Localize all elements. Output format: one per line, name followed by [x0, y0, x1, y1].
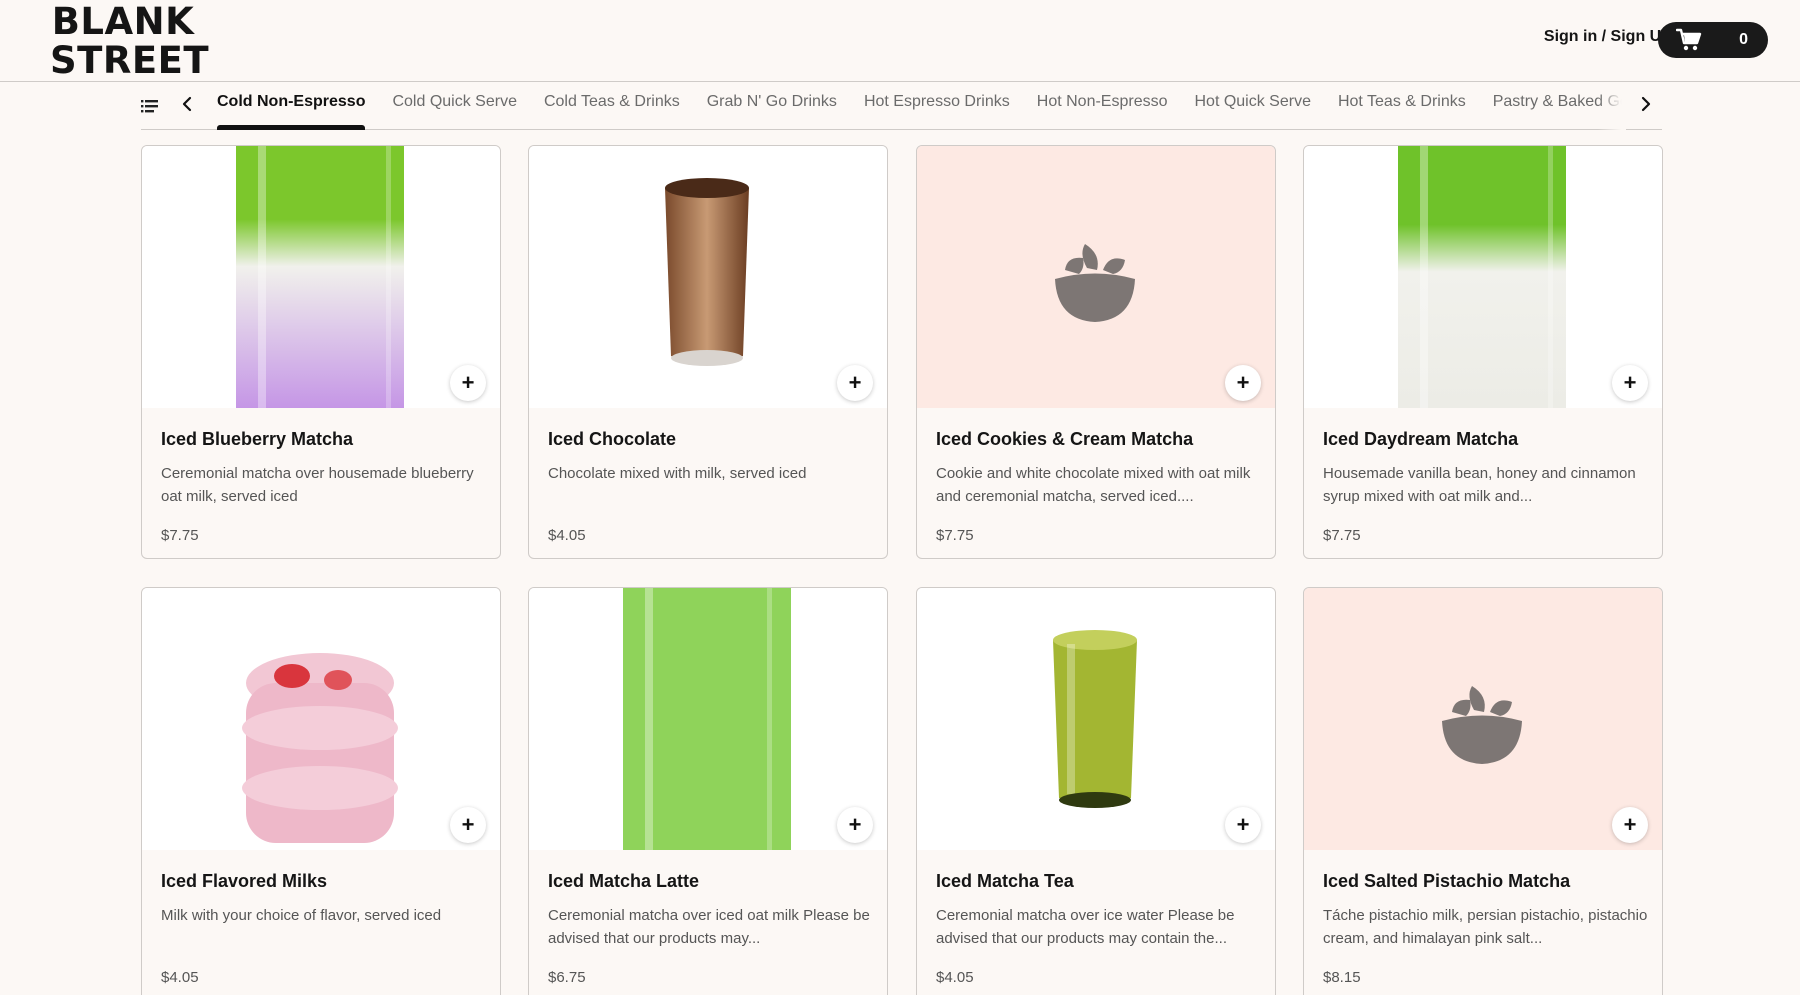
product-name: Iced Blueberry Matcha [161, 429, 354, 449]
product-card[interactable]: + Iced Daydream Matcha Housemade vanilla b… [1303, 145, 1663, 559]
tab-grab-n-go-drinks[interactable]: Grab N' Go Drinks [707, 82, 837, 130]
product-description: Ceremonial matcha over iced oat milk Ple… [548, 907, 870, 947]
plus-icon: + [848, 370, 862, 395]
product-price: $7.75 [936, 527, 974, 544]
product-description: Ceremonial matcha over housemade blueber… [161, 465, 474, 505]
list-icon[interactable] [141, 97, 159, 115]
add-to-cart-button[interactable]: + [1612, 807, 1648, 843]
plus-icon: + [461, 812, 475, 837]
product-card[interactable]: + Iced Matcha Tea Ceremonial matcha over i… [916, 587, 1276, 995]
cart-count: 0 [1739, 31, 1748, 48]
plus-icon: + [461, 370, 475, 395]
shopping-cart-icon [1676, 28, 1702, 51]
product-image [529, 146, 887, 408]
product-name: Iced Cookies & Cream Matcha [936, 429, 1194, 449]
brand-logo-line2: STREET [50, 39, 210, 82]
product-image [142, 146, 500, 408]
site-header: BLANK STREET Sign in / Sign Up 0 [0, 0, 1800, 82]
tab-hot-teas-drinks[interactable]: Hot Teas & Drinks [1338, 82, 1466, 130]
product-image [1304, 146, 1662, 408]
product-card[interactable]: + Iced Chocolate Chocolate mixed with milk… [528, 145, 888, 559]
product-name: Iced Matcha Tea [936, 871, 1074, 891]
plus-icon: + [1236, 370, 1250, 395]
plus-icon: + [1623, 370, 1637, 395]
product-image [917, 588, 1275, 850]
product-name: Iced Chocolate [548, 429, 677, 449]
product-description: Chocolate mixed with milk, served iced [548, 465, 807, 482]
chevron-right-icon[interactable] [1634, 93, 1656, 115]
plus-icon: + [1623, 812, 1637, 837]
product-image [529, 588, 887, 850]
plus-icon: + [1236, 812, 1250, 837]
add-to-cart-button[interactable]: + [837, 365, 873, 401]
brand-logo-line1: BLANK [51, 0, 195, 43]
product-name: Iced Matcha Latte [548, 871, 700, 891]
tab-hot-quick-serve[interactable]: Hot Quick Serve [1194, 82, 1310, 130]
product-description: Milk with your choice of flavor, served … [161, 907, 442, 924]
bowl-placeholder-icon [917, 146, 1275, 408]
product-price: $4.05 [548, 527, 586, 544]
product-card[interactable]: + Iced Flavored Milks Milk with your choic… [141, 587, 501, 995]
cart-button[interactable]: 0 [1658, 22, 1768, 58]
add-to-cart-button[interactable]: + [1225, 365, 1261, 401]
product-price: $6.75 [548, 969, 586, 986]
category-nav: Cold Non-Espresso Cold Quick Serve Cold Te… [141, 82, 1662, 130]
tabs-fade-overlay [1598, 82, 1626, 130]
add-to-cart-button[interactable]: + [450, 807, 486, 843]
product-price: $4.05 [161, 969, 199, 986]
tab-hot-non-espresso[interactable]: Hot Non-Espresso [1037, 82, 1168, 130]
product-description: Táche pistachio milk, persian pistachio,… [1323, 907, 1648, 947]
product-card[interactable]: + Iced Cookies & Cream Matcha Cookie and w… [916, 145, 1276, 559]
product-name: Iced Salted Pistachio Matcha [1323, 871, 1571, 891]
product-price: $7.75 [1323, 527, 1361, 544]
product-card[interactable]: + Iced Blueberry Matcha Ceremonial matcha … [141, 145, 501, 559]
tab-cold-non-espresso[interactable]: Cold Non-Espresso [217, 82, 366, 130]
add-to-cart-button[interactable]: + [1225, 807, 1261, 843]
brand-logo[interactable]: BLANK STREET [50, 0, 210, 82]
product-price: $8.15 [1323, 969, 1361, 986]
product-image [142, 588, 500, 850]
signin-link[interactable]: Sign in / Sign Up [1544, 28, 1671, 46]
chevron-left-icon[interactable] [177, 93, 199, 115]
product-description: Cookie and white chocolate mixed with oa… [936, 465, 1251, 505]
bowl-placeholder-icon [1304, 588, 1662, 850]
tab-cold-teas-drinks[interactable]: Cold Teas & Drinks [544, 82, 680, 130]
product-name: Iced Daydream Matcha [1323, 429, 1519, 449]
product-description: Housemade vanilla bean, honey and cinnam… [1323, 465, 1636, 505]
tab-hot-espresso-drinks[interactable]: Hot Espresso Drinks [864, 82, 1010, 130]
tab-cold-quick-serve[interactable]: Cold Quick Serve [392, 82, 517, 130]
add-to-cart-button[interactable]: + [837, 807, 873, 843]
product-price: $7.75 [161, 527, 199, 544]
product-card[interactable]: + Iced Salted Pistachio Matcha Táche pista… [1303, 587, 1663, 995]
product-name: Iced Flavored Milks [161, 871, 328, 891]
add-to-cart-button[interactable]: + [450, 365, 486, 401]
product-price: $4.05 [936, 969, 974, 986]
product-description: Ceremonial matcha over ice water Please … [936, 907, 1235, 947]
add-to-cart-button[interactable]: + [1612, 365, 1648, 401]
plus-icon: + [848, 812, 862, 837]
product-card[interactable]: + Iced Matcha Latte Ceremonial matcha over… [528, 587, 888, 995]
category-tabs: Cold Non-Espresso Cold Quick Serve Cold Te… [217, 82, 1626, 130]
